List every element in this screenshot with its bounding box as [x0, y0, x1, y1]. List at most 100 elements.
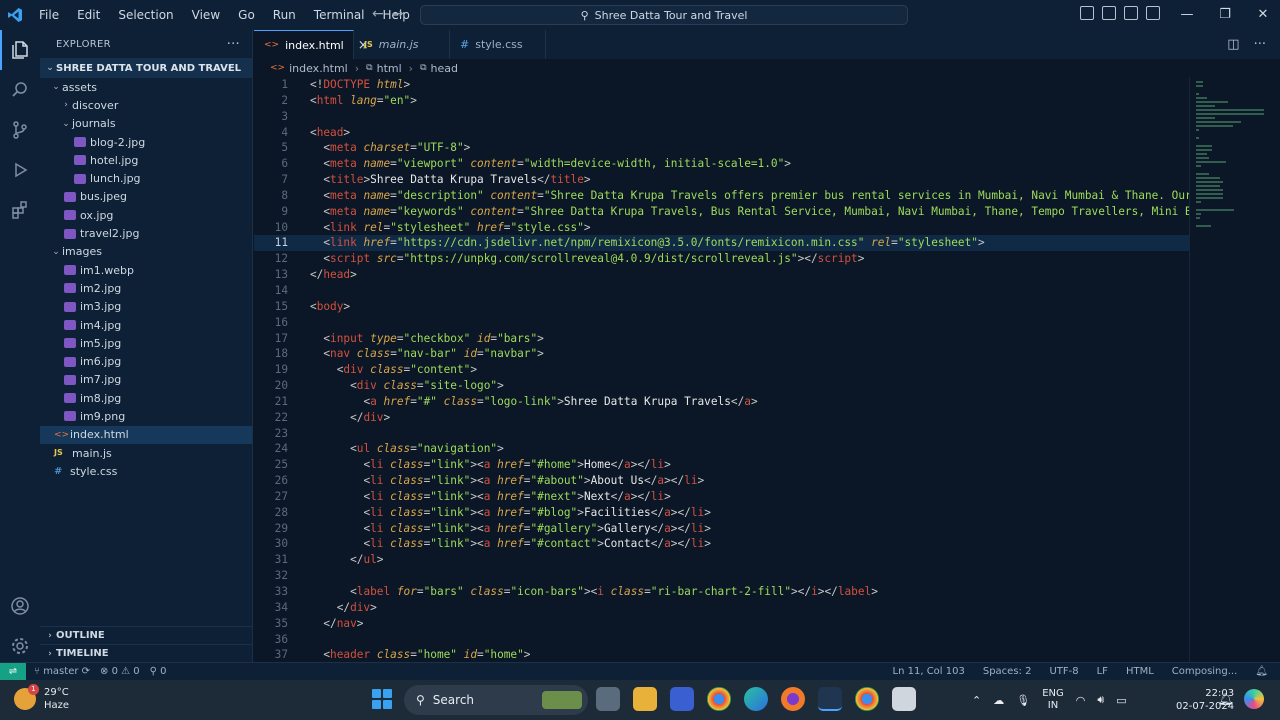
toggle-panel-icon[interactable] — [1102, 6, 1116, 20]
code-token: >< — [470, 537, 484, 551]
folder-item[interactable]: › discover — [40, 96, 252, 114]
menu-file[interactable]: File — [30, 0, 68, 30]
file-item[interactable]: travel2.jpg — [40, 224, 252, 242]
split-editor-icon[interactable]: ◫ — [1227, 37, 1239, 52]
volume-icon[interactable]: 🔊︎ — [1097, 693, 1104, 707]
file-item[interactable]: # style.css — [40, 462, 252, 480]
code-token: ul — [363, 553, 377, 567]
source-control-icon[interactable] — [0, 110, 40, 150]
menu-edit[interactable]: Edit — [68, 0, 109, 30]
notification-bell-icon[interactable]: 🔔︎ — [1218, 692, 1233, 706]
onedrive-icon[interactable]: ☁ — [993, 694, 1004, 707]
settings-gear-icon[interactable] — [0, 626, 40, 666]
file-item[interactable]: im6.jpg — [40, 352, 252, 370]
timeline-section[interactable]: › TIMELINE — [40, 644, 253, 662]
chrome-profile-icon[interactable] — [855, 687, 879, 711]
menu-run[interactable]: Run — [264, 0, 305, 30]
explorer-icon[interactable] — [0, 30, 40, 70]
file-item[interactable]: im8.jpg — [40, 389, 252, 407]
taskbar-search[interactable]: ⚲ Search — [404, 685, 588, 715]
outline-section[interactable]: › OUTLINE — [40, 626, 253, 644]
chevron-up-icon[interactable]: ⌃ — [972, 694, 981, 707]
maximize-icon[interactable]: ❐ — [1206, 0, 1244, 30]
line-ending[interactable]: LF — [1097, 666, 1108, 677]
wifi-icon[interactable]: ◠ — [1076, 694, 1086, 707]
start-button[interactable] — [372, 689, 392, 709]
weather-widget[interactable]: 1 29°C Haze — [14, 684, 69, 712]
vscode-taskbar-icon[interactable] — [818, 687, 842, 711]
folder-item[interactable]: ⌄ assets — [40, 78, 252, 96]
code-token: Shree Datta Krupa Travels — [370, 173, 538, 187]
customize-layout-icon[interactable] — [1146, 6, 1160, 20]
back-arrow-icon[interactable]: ← — [372, 6, 384, 22]
language-mode[interactable]: HTML — [1126, 666, 1154, 677]
tab-main-js[interactable]: JS main.js — [354, 30, 450, 59]
minimize-icon[interactable]: — — [1168, 0, 1206, 30]
minimap[interactable] — [1189, 77, 1280, 662]
file-item[interactable]: im1.webp — [40, 261, 252, 279]
menu-selection[interactable]: Selection — [109, 0, 182, 30]
file-item[interactable]: im2.jpg — [40, 279, 252, 297]
file-explorer-icon[interactable] — [633, 687, 657, 711]
more-actions-icon[interactable]: ··· — [227, 37, 240, 52]
remote-indicator-icon[interactable]: ⇌ — [0, 662, 26, 681]
project-root[interactable]: ⌄ SHREE DATTA TOUR AND TRAVEL — [40, 58, 252, 78]
tab-index-html[interactable]: <> index.html × — [254, 30, 369, 59]
file-item[interactable]: im3.jpg — [40, 298, 252, 316]
microphone-icon[interactable]: 🎙︎ — [1016, 694, 1030, 707]
tree-item-label: bus.jpeg — [80, 190, 127, 204]
store-app-icon[interactable] — [670, 687, 694, 711]
encoding[interactable]: UTF-8 — [1049, 666, 1078, 677]
file-item[interactable]: <> index.html — [40, 425, 252, 444]
extensions-icon[interactable] — [0, 190, 40, 230]
indentation[interactable]: Spaces: 2 — [983, 666, 1032, 677]
menu-terminal[interactable]: Terminal — [305, 0, 374, 30]
snipping-tool-icon[interactable] — [892, 687, 916, 711]
file-item[interactable]: ox.jpg — [40, 206, 252, 224]
branch-indicator[interactable]: ⑂ master ⟳ — [34, 666, 90, 677]
tab-style-css[interactable]: # style.css — [450, 30, 546, 59]
breadcrumb-item[interactable]: index.html — [289, 62, 348, 75]
file-item[interactable]: bus.jpeg — [40, 188, 252, 206]
firefox-icon[interactable] — [781, 687, 805, 711]
task-view-icon[interactable] — [596, 687, 620, 711]
edge-icon[interactable] — [744, 687, 768, 711]
menu-go[interactable]: Go — [229, 0, 264, 30]
folder-item[interactable]: ⌄ images — [40, 243, 252, 261]
command-center[interactable]: ⚲ Shree Datta Tour and Travel — [420, 5, 908, 25]
img-file-icon — [64, 301, 76, 312]
ports-indicator[interactable]: ⚲ 0 — [150, 666, 167, 677]
code-editor[interactable]: 1 <!DOCTYPE html> 2 <html lang="en"> 3 4 <head… — [254, 77, 1189, 662]
account-icon[interactable] — [0, 586, 40, 626]
toggle-secondary-sidebar-icon[interactable] — [1124, 6, 1138, 20]
breadcrumb-item[interactable]: html — [377, 62, 402, 75]
language-indicator[interactable]: ENG IN — [1042, 688, 1064, 712]
file-item[interactable]: im9.png — [40, 407, 252, 425]
close-icon[interactable]: ✕ — [1244, 0, 1280, 30]
forward-arrow-icon[interactable]: → — [392, 6, 404, 22]
breadcrumb-item[interactable]: head — [431, 62, 458, 75]
folder-item[interactable]: ⌄ journals — [40, 115, 252, 133]
menu-view[interactable]: View — [183, 0, 229, 30]
file-item[interactable]: im4.jpg — [40, 316, 252, 334]
file-item[interactable]: lunch.jpg — [40, 169, 252, 187]
file-item[interactable]: JS main.js — [40, 444, 252, 462]
cursor-position[interactable]: Ln 11, Col 103 — [893, 666, 965, 677]
toggle-sidebar-icon[interactable] — [1080, 6, 1094, 20]
file-item[interactable]: im7.jpg — [40, 371, 252, 389]
file-item[interactable]: blog-2.jpg — [40, 133, 252, 151]
search-icon[interactable] — [0, 70, 40, 110]
copilot-icon[interactable] — [1244, 689, 1264, 709]
chrome-icon[interactable] — [707, 687, 731, 711]
code-token: title — [550, 173, 584, 187]
notifications-bell-icon[interactable]: 🔔︎ — [1255, 666, 1268, 677]
file-item[interactable]: im5.jpg — [40, 334, 252, 352]
composing-status[interactable]: Composing... — [1172, 666, 1238, 677]
problems-indicator[interactable]: ⊗ 0 ⚠ 0 — [100, 666, 140, 677]
run-debug-icon[interactable] — [0, 150, 40, 190]
file-item[interactable]: hotel.jpg — [40, 151, 252, 169]
more-actions-icon[interactable]: ··· — [1254, 37, 1266, 52]
battery-icon[interactable]: ▭ — [1116, 694, 1126, 707]
